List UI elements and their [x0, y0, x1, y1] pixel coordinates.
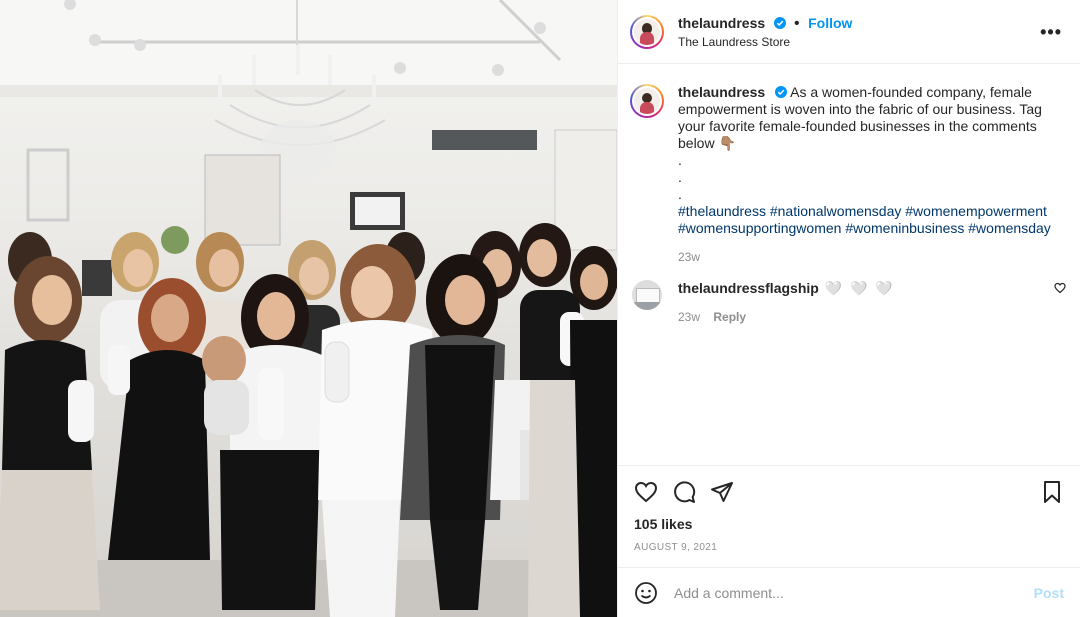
commenter-username[interactable]: thelaundressflagship: [678, 280, 819, 296]
instagram-post: thelaundress • Follow The Laundress Stor…: [0, 0, 1080, 617]
share-paper-plane-icon[interactable]: [710, 480, 734, 504]
caption-author-avatar[interactable]: [630, 84, 664, 118]
caption-dot-2: .: [678, 169, 682, 185]
post-date: AUGUST 9, 2021: [634, 542, 718, 553]
caption-dot-1: .: [678, 152, 682, 168]
group-photo-illustration: [0, 0, 617, 617]
emoji-smiley-icon[interactable]: [634, 581, 658, 605]
add-comment-input[interactable]: [672, 583, 1034, 602]
caption-username[interactable]: thelaundress: [678, 84, 765, 100]
location-link[interactable]: The Laundress Store: [678, 35, 852, 49]
separator-dot: •: [794, 14, 800, 32]
action-bar: 105 likes AUGUST 9, 2021: [618, 465, 1080, 553]
comment-timestamp[interactable]: 23w: [678, 310, 700, 324]
comment-bubble-icon[interactable]: [672, 480, 696, 504]
add-comment-bar: Post: [618, 567, 1080, 617]
author-avatar[interactable]: [630, 14, 664, 49]
likes-count[interactable]: 105 likes: [634, 516, 1064, 532]
comment-body: 🤍 🤍 🤍: [824, 280, 895, 296]
comment-item: thelaundressflagship 🤍 🤍 🤍 23w Reply: [630, 280, 1066, 326]
author-username[interactable]: thelaundress: [678, 15, 765, 31]
verified-badge-icon: [775, 86, 788, 98]
post-comment-button[interactable]: Post: [1034, 585, 1064, 601]
caption-dot-3: .: [678, 186, 682, 202]
commenter-avatar[interactable]: [632, 280, 662, 310]
like-heart-icon[interactable]: [634, 480, 658, 504]
comments-section: thelaundress As a women-founded company,…: [618, 64, 1080, 464]
caption-row: thelaundress As a women-founded company,…: [630, 84, 1064, 266]
comment-text: thelaundressflagship 🤍 🤍 🤍 23w Reply: [678, 280, 1038, 326]
follow-button[interactable]: Follow: [808, 15, 852, 31]
caption-timestamp[interactable]: 23w: [678, 249, 1058, 266]
like-comment-heart-icon[interactable]: [1054, 282, 1066, 294]
comment-meta: 23w Reply: [678, 309, 1038, 326]
caption-text: thelaundress As a women-founded company,…: [678, 84, 1058, 266]
verified-badge-icon: [773, 16, 786, 29]
author-info: thelaundress • Follow The Laundress Stor…: [678, 15, 852, 49]
more-options-icon[interactable]: •••: [1040, 22, 1062, 43]
caption-hashtags[interactable]: #thelaundress #nationalwomensday #womene…: [678, 203, 1058, 237]
post-header: thelaundress • Follow The Laundress Stor…: [618, 0, 1080, 64]
reply-button[interactable]: Reply: [713, 310, 746, 324]
save-bookmark-icon[interactable]: [1040, 480, 1064, 504]
post-photo[interactable]: [0, 0, 617, 617]
action-icons: [634, 480, 1064, 504]
post-side-panel: thelaundress • Follow The Laundress Stor…: [617, 0, 1080, 617]
